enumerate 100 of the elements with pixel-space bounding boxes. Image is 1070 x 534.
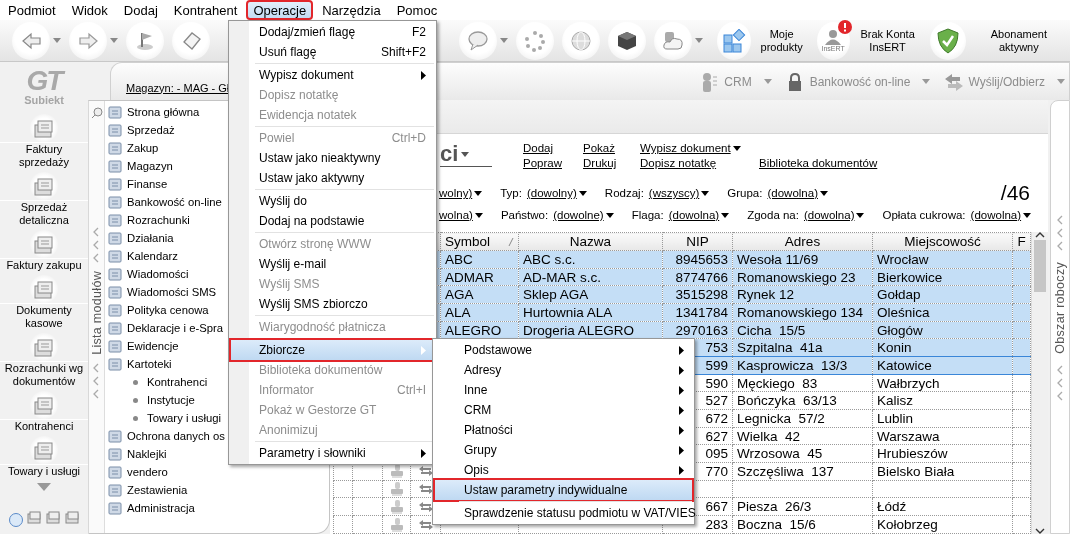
column-header[interactable]: Miejscowość [872, 232, 1013, 251]
toolbar-button[interactable] [608, 21, 646, 60]
menu-bar-item[interactable]: Dodaj [116, 0, 165, 20]
filter-dropdown[interactable]: (wszyscy) [648, 187, 710, 199]
chevron-icon [93, 388, 100, 399]
action-link[interactable]: Wypisz dokument [640, 142, 759, 154]
menu-item[interactable]: Wyślij do [231, 191, 434, 211]
menu-item[interactable]: Usuń flagę Shift+F2 [231, 42, 434, 62]
menu-bar-item[interactable]: Kontrahent [166, 0, 245, 20]
filter-dropdown[interactable]: wolny) [439, 187, 483, 199]
filter-dropdown[interactable]: (dowolna) [767, 187, 828, 199]
menu-item[interactable]: Opis [435, 460, 692, 480]
filter-dropdown[interactable]: (dowolna) [970, 209, 1032, 221]
filter-dropdown[interactable]: (dowolny) [526, 187, 587, 199]
menu-item[interactable]: Inne [435, 380, 692, 400]
filter-dropdown[interactable]: (dowolna) [668, 209, 730, 221]
nav-item[interactable]: Towary i usługi [0, 436, 88, 478]
nav-item[interactable]: Kontrahenci [0, 391, 88, 433]
toolbar-shortcut[interactable]: Moje produkty [717, 21, 811, 60]
filter-dropdown[interactable]: (dowolna) [803, 209, 865, 221]
menu-item[interactable]: Wyślij SMS zbiorczo [231, 294, 434, 314]
nav-item[interactable]: Faktury sprzedaży [0, 114, 88, 169]
module-item[interactable]: Kartoteki [107, 355, 225, 373]
view-toggle[interactable] [8, 513, 23, 527]
module-item[interactable]: Kalendarz [107, 247, 225, 265]
menu-item[interactable]: Dodaj/zmień flagę F2 [231, 22, 434, 42]
menu-item[interactable]: Adresy [435, 360, 692, 380]
module-item[interactable]: Deklaracje i e-Spra [107, 319, 225, 337]
module-item[interactable]: Rozrachunki [107, 211, 225, 229]
column-header[interactable]: Adres [732, 232, 873, 251]
caret-icon [53, 38, 61, 43]
menu-bar-item[interactable]: Podmiot [1, 0, 63, 20]
nav-item[interactable]: Dokumenty kasowe [0, 275, 88, 330]
action-link[interactable]: Dopisz notatkę [640, 157, 759, 169]
panel-tab-label[interactable]: Lista modułów [89, 271, 104, 355]
menu-bar-item[interactable]: Widok [64, 0, 115, 20]
module-item[interactable]: Zakup [107, 139, 225, 157]
module-icon [107, 140, 123, 156]
module-item[interactable]: Działania [107, 229, 225, 247]
nav-item[interactable]: Rozrachunki wg dokumentów [0, 333, 88, 388]
menu-item[interactable]: Ustaw jako nieaktywny [231, 148, 434, 168]
menu-item[interactable]: Podstawowe [435, 340, 692, 360]
module-item[interactable]: Kontrahenci [107, 373, 225, 391]
module-item[interactable]: Strona główna [107, 103, 225, 121]
module-icon [107, 320, 123, 336]
action-link[interactable]: Dodaj [523, 142, 583, 154]
action-link[interactable]: Pokaż [583, 142, 640, 154]
menu-bar-item[interactable]: Operacje [246, 0, 314, 20]
module-item[interactable]: Administracja [107, 499, 225, 517]
action-link[interactable]: Popraw [523, 157, 583, 169]
table-cell: Szczęśliwa 137 [737, 463, 834, 479]
filter-dropdown[interactable]: (dowolne) [553, 209, 614, 221]
filter-label: Państwo: [500, 209, 549, 221]
logo-mark: GT [26, 68, 62, 94]
menu-item[interactable]: Wypisz dokument [231, 65, 434, 85]
column-header[interactable]: NIP [662, 232, 733, 251]
menu-item[interactable]: Wyślij e-mail [231, 254, 434, 274]
module-item[interactable]: Wiadomości SMS [107, 283, 225, 301]
filter-dropdown[interactable]: wolna) [439, 209, 483, 221]
menu-bar-item[interactable]: Pomoc [389, 0, 445, 20]
toolbar-shortcut[interactable]: Abonament aktywny [929, 21, 1070, 60]
menu-item[interactable]: Ustaw jako aktywny [231, 168, 434, 188]
nav-item[interactable]: Sprzedaż detaliczna [0, 172, 88, 227]
module-item[interactable]: Naklejki [107, 445, 225, 463]
module-item[interactable]: Towary i usługi [107, 409, 225, 427]
menu-item[interactable]: Parametry i słowniki [231, 443, 434, 463]
module-item[interactable]: Instytucje [107, 391, 225, 409]
scrollbar[interactable] [1031, 232, 1048, 534]
module-item[interactable]: Zestawienia [107, 481, 225, 499]
filter-label: Typ: [500, 187, 522, 199]
panel-tab-label[interactable]: Obszar roboczy [1053, 262, 1067, 354]
module-item[interactable]: Ewidencje [107, 337, 225, 355]
module-item[interactable]: Finanse [107, 175, 225, 193]
action-link[interactable]: Biblioteka dokumentów [759, 157, 878, 169]
list-title-dropdown[interactable]: ci [440, 142, 492, 167]
module-icon [107, 104, 123, 120]
module-item[interactable]: Wiadomości [107, 265, 225, 283]
module-item[interactable]: vendero [107, 463, 225, 481]
menu-item[interactable]: CRM [435, 400, 692, 420]
menu-bar-item[interactable]: Narzędzia [315, 0, 388, 20]
speech-bubble-icon [467, 29, 489, 52]
menu-item[interactable]: Ustaw parametry indywidualne [435, 480, 692, 500]
exchange-arrows-icon [417, 518, 434, 531]
module-item[interactable]: Sprzedaż [107, 121, 225, 139]
menu-item[interactable]: Grupy [435, 440, 692, 460]
module-item[interactable]: Bankowość on-line [107, 193, 225, 211]
exchange-arrows-icon [944, 71, 965, 92]
scrollbar-thumb[interactable] [1034, 240, 1046, 292]
action-link[interactable]: Drukuj [583, 157, 640, 169]
stack-icon [63, 510, 80, 526]
scroll-up-icon [1035, 232, 1045, 238]
menu-item[interactable]: Dodaj na podstawie [231, 211, 434, 231]
menu-item[interactable]: Zbiorcze [231, 340, 434, 360]
column-header[interactable]: Nazwa [518, 232, 663, 251]
module-item[interactable]: Ochrona danych os [107, 427, 225, 445]
column-header[interactable]: Symbol [440, 232, 519, 251]
nav-item[interactable]: Faktury zakupu [0, 230, 88, 272]
module-item[interactable]: Magazyn [107, 157, 225, 175]
menu-item[interactable]: Płatności [435, 420, 692, 440]
module-item[interactable]: Polityka cenowa [107, 301, 225, 319]
